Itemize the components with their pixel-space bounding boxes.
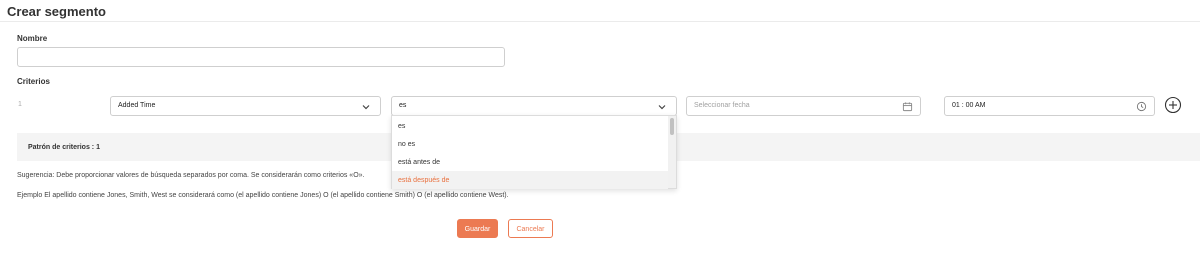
time-value: 01 : 00 AM [952,102,986,109]
date-placeholder: Seleccionar fecha [694,102,750,109]
calendar-icon[interactable] [902,101,913,112]
dropdown-scrollbar[interactable] [668,116,676,188]
page-title: Crear segmento [7,4,106,19]
name-label: Nombre [17,34,48,43]
dropdown-option-despues-de[interactable]: está después de [392,171,668,189]
create-segment-page: Crear segmento Nombre Criterios 1 Added … [0,0,1200,253]
plus-circle-icon[interactable] [1164,96,1182,114]
operator-select-value: es [399,102,407,109]
dropdown-option-es[interactable]: es [392,117,668,135]
cancel-button[interactable]: Cancelar [508,219,553,238]
name-input[interactable] [17,47,505,67]
dropdown-option-no-es[interactable]: no es [392,135,668,153]
criteria-row-number: 1 [18,101,22,108]
operator-dropdown-list[interactable]: es no es está antes de está después de [391,115,677,189]
suggestion-text: Sugerencia: Debe proporcionar valores de… [17,172,365,179]
save-button[interactable]: Guardar [457,219,498,238]
field-select-value: Added Time [118,102,156,109]
criteria-label: Criterios [17,77,50,86]
chevron-down-icon [658,105,666,110]
clock-icon[interactable] [1136,101,1147,112]
operator-select[interactable]: es [391,96,677,116]
chevron-down-icon [362,105,370,110]
dropdown-scrollbar-thumb[interactable] [670,118,674,135]
example-text: Ejemplo El apellido contiene Jones, Smit… [17,192,509,199]
criteria-pattern-label: Patrón de criterios : 1 [28,144,100,151]
date-field[interactable]: Seleccionar fecha [686,96,921,116]
title-divider [0,21,1200,22]
dropdown-option-antes-de[interactable]: está antes de [392,153,668,171]
field-select[interactable]: Added Time [110,96,381,116]
time-field[interactable]: 01 : 00 AM [944,96,1155,116]
